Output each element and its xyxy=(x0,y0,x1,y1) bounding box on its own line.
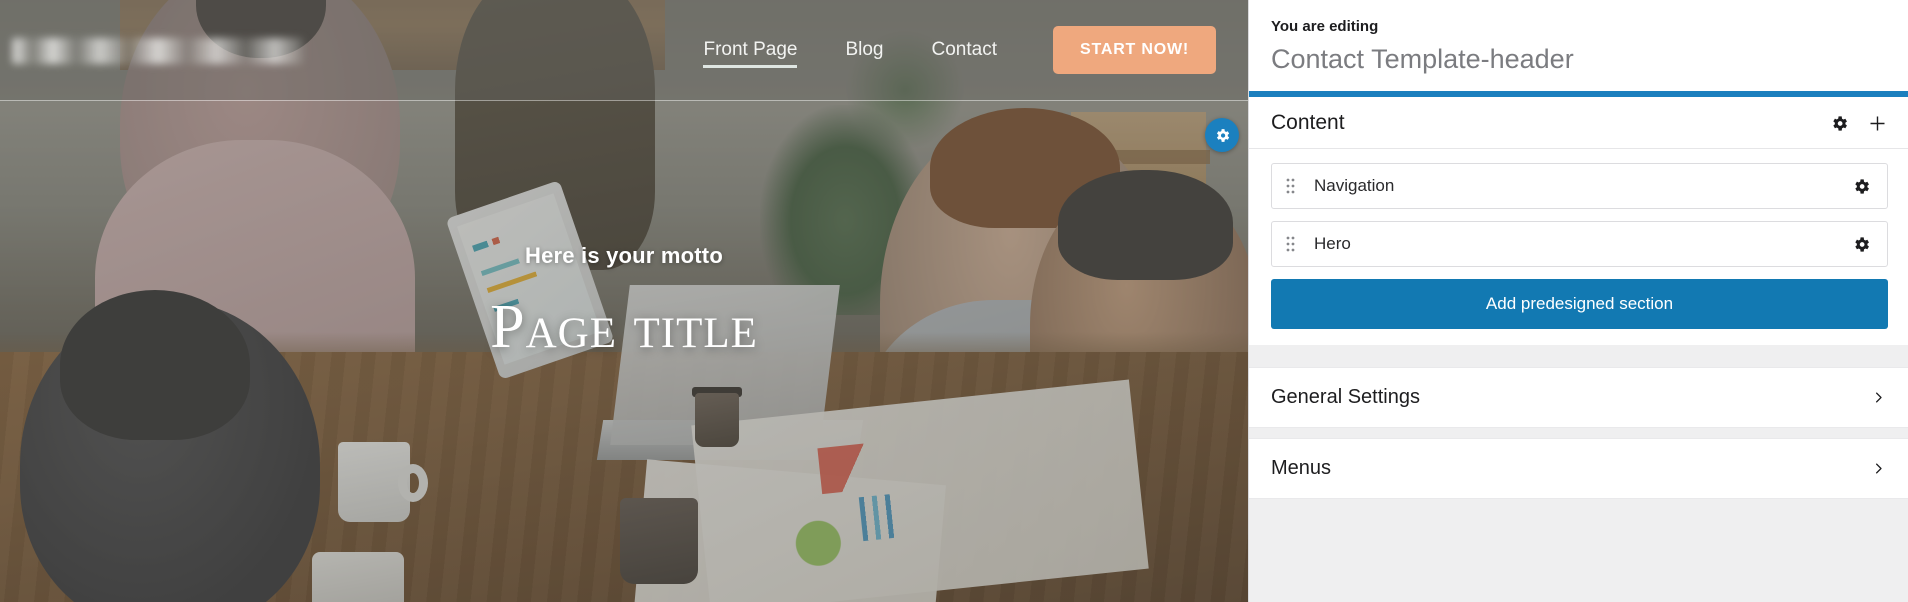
editor-sidebar: You are editing Contact Template-header … xyxy=(1248,0,1908,602)
sidebar-tail xyxy=(1249,499,1908,602)
content-section-body: Navigation Hero Add predesigned section xyxy=(1249,149,1908,345)
nav-link-front-page[interactable]: Front Page xyxy=(679,28,821,72)
plus-icon[interactable] xyxy=(1867,113,1888,134)
gear-icon[interactable] xyxy=(1852,177,1871,196)
sidebar-row-label: General Settings xyxy=(1271,386,1420,408)
sidebar-row-label: Menus xyxy=(1271,457,1332,479)
sidebar-row-general-settings[interactable]: General Settings xyxy=(1249,367,1908,428)
hero-settings-fab[interactable] xyxy=(1205,118,1239,152)
content-block-label: Navigation xyxy=(1314,176,1395,195)
nav-link-contact[interactable]: Contact xyxy=(908,28,1021,72)
chevron-right-icon xyxy=(1871,390,1886,405)
content-block-navigation[interactable]: Navigation xyxy=(1271,163,1888,209)
template-name: Contact Template-header xyxy=(1271,44,1574,74)
drag-handle-icon[interactable] xyxy=(1286,178,1302,194)
content-section-header: Content xyxy=(1249,97,1908,149)
chevron-right-icon xyxy=(1871,461,1886,476)
nav-link-blog[interactable]: Blog xyxy=(821,28,907,72)
sidebar-spacer xyxy=(1249,428,1908,438)
content-section-title: Content xyxy=(1271,111,1345,134)
sidebar-spacer xyxy=(1249,345,1908,367)
add-predesigned-section-button[interactable]: Add predesigned section xyxy=(1271,279,1888,329)
site-preview[interactable]: Front Page Blog Contact START NOW! Here … xyxy=(0,0,1248,602)
hero-page-title: Page title xyxy=(490,293,758,361)
start-now-button[interactable]: START NOW! xyxy=(1052,26,1216,74)
gear-icon xyxy=(1214,127,1231,144)
drag-handle-icon[interactable] xyxy=(1286,236,1302,252)
content-section: Content Navigation Hero Add predesigned … xyxy=(1249,97,1908,345)
editor-window: Front Page Blog Contact START NOW! Here … xyxy=(0,0,1908,602)
site-navigation[interactable]: Front Page Blog Contact START NOW! xyxy=(679,26,1216,74)
sidebar-header: You are editing Contact Template-header xyxy=(1249,0,1908,91)
content-block-label: Hero xyxy=(1314,234,1351,253)
header-divider xyxy=(0,100,1248,101)
sidebar-row-menus[interactable]: Menus xyxy=(1249,438,1908,499)
content-block-hero[interactable]: Hero xyxy=(1271,221,1888,267)
gear-icon[interactable] xyxy=(1830,114,1849,133)
site-logo-redacted xyxy=(12,38,304,64)
editing-eyebrow: You are editing xyxy=(1271,18,1379,35)
gear-icon[interactable] xyxy=(1852,235,1871,254)
hero-motto: Here is your motto xyxy=(525,243,723,268)
